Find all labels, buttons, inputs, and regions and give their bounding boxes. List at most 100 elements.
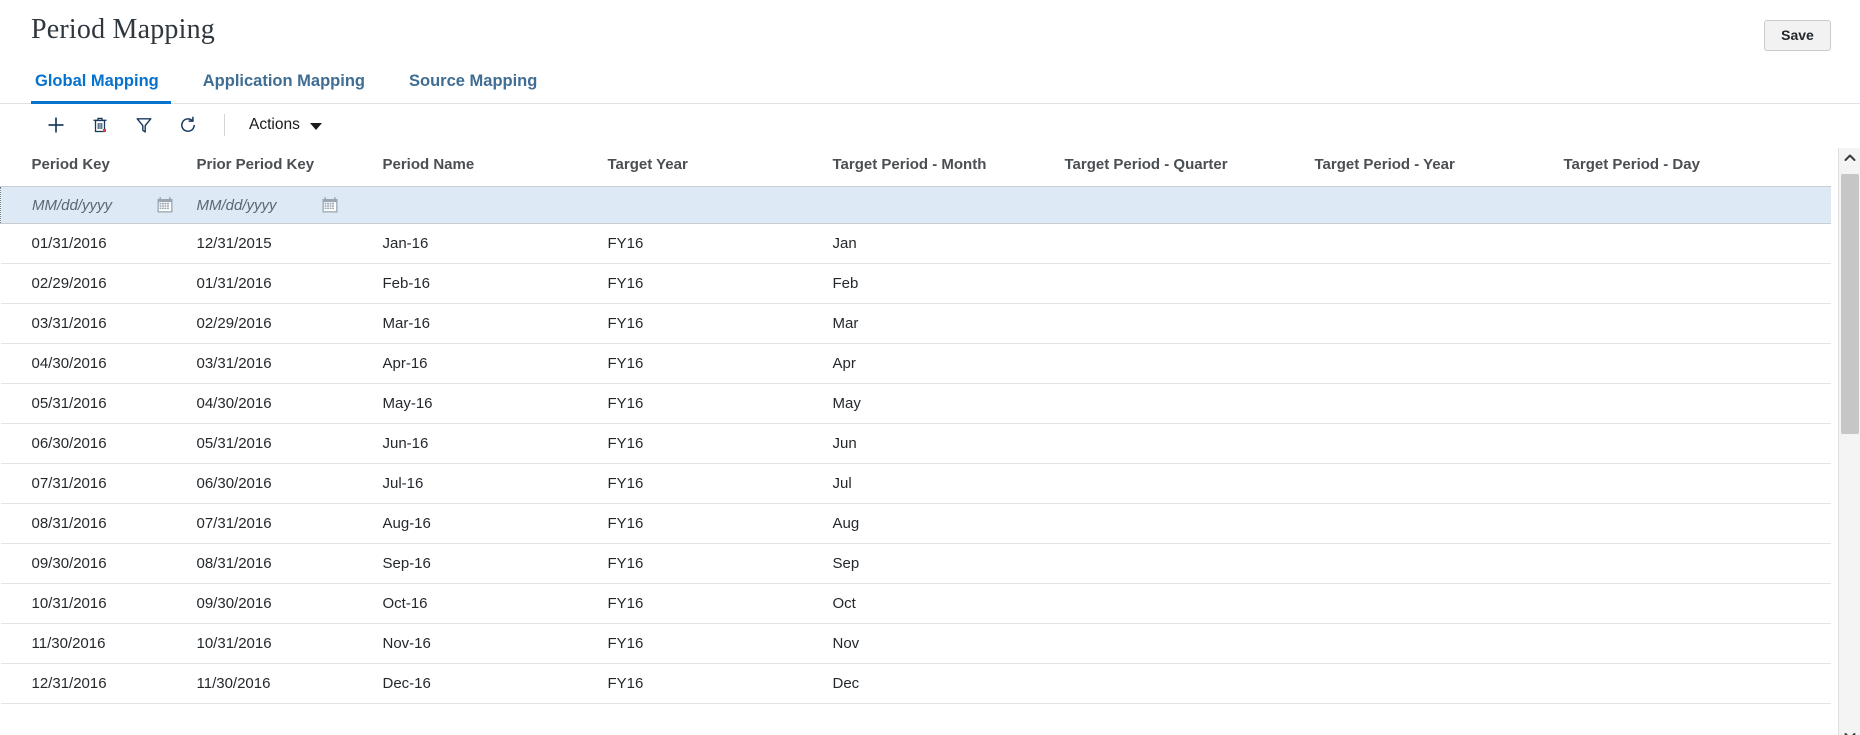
prior-period-key-date-input[interactable] [196,196,315,214]
cell-target-period-day[interactable] [1563,423,1831,464]
refresh-button[interactable] [166,109,210,141]
cell-period-key[interactable]: 06/30/2016 [0,423,197,464]
tab-source-mapping[interactable]: Source Mapping [387,72,559,104]
cell-target-period-month[interactable]: Jun [832,423,1065,464]
cell-period-name[interactable]: Feb-16 [382,263,608,304]
cell-target-period-day[interactable] [1563,383,1831,424]
cell-target-period-year[interactable] [1314,543,1564,584]
cell-target-period-quarter[interactable] [1064,503,1315,544]
filter-cell-period-key[interactable] [0,186,197,224]
cell-target-period-day[interactable] [1563,663,1831,704]
cell-target-period-quarter[interactable] [1064,583,1315,624]
cell-period-key[interactable]: 02/29/2016 [0,263,197,304]
cell-target-year[interactable]: FY16 [607,263,833,304]
cell-target-year[interactable]: FY16 [607,663,833,704]
cell-prior-period-key[interactable]: 06/30/2016 [196,463,383,504]
cell-target-period-quarter[interactable] [1064,463,1315,504]
cell-prior-period-key[interactable]: 01/31/2016 [196,263,383,304]
scrollbar-down-button[interactable] [1839,726,1860,735]
table-row[interactable]: 01/31/2016 12/31/2015 Jan-16 FY16 Jan [0,223,1831,264]
cell-target-period-quarter[interactable] [1064,383,1315,424]
cell-period-key[interactable]: 07/31/2016 [0,463,197,504]
column-header-target-period-quarter[interactable]: Target Period - Quarter [1064,148,1315,187]
table-row[interactable]: 02/29/2016 01/31/2016 Feb-16 FY16 Feb [0,263,1831,304]
column-header-target-period-month[interactable]: Target Period - Month [832,148,1065,187]
table-row[interactable]: 08/31/2016 07/31/2016 Aug-16 FY16 Aug [0,503,1831,544]
cell-target-period-year[interactable] [1314,583,1564,624]
cell-target-year[interactable]: FY16 [607,383,833,424]
cell-target-period-month[interactable]: Feb [832,263,1065,304]
cell-period-key[interactable]: 05/31/2016 [0,383,197,424]
cell-period-name[interactable]: Apr-16 [382,343,608,384]
cell-period-name[interactable]: Mar-16 [382,303,608,344]
period-key-date-input[interactable] [32,196,150,214]
actions-menu-button[interactable]: Actions [243,112,328,138]
cell-prior-period-key[interactable]: 03/31/2016 [196,343,383,384]
table-row[interactable]: 09/30/2016 08/31/2016 Sep-16 FY16 Sep [0,543,1831,584]
calendar-icon[interactable] [156,196,174,214]
cell-prior-period-key[interactable]: 08/31/2016 [196,543,383,584]
table-row[interactable]: 12/31/2016 11/30/2016 Dec-16 FY16 Dec [0,663,1831,704]
filter-cell-prior-period-key[interactable] [196,186,383,224]
cell-target-year[interactable]: FY16 [607,583,833,624]
column-header-period-key[interactable]: Period Key [0,148,197,187]
table-row[interactable]: 07/31/2016 06/30/2016 Jul-16 FY16 Jul [0,463,1831,504]
cell-prior-period-key[interactable]: 12/31/2015 [196,223,383,264]
cell-target-period-year[interactable] [1314,463,1564,504]
delete-row-button[interactable] [78,109,122,141]
cell-prior-period-key[interactable]: 07/31/2016 [196,503,383,544]
filter-button[interactable] [122,109,166,141]
table-row[interactable]: 03/31/2016 02/29/2016 Mar-16 FY16 Mar [0,303,1831,344]
cell-target-year[interactable]: FY16 [607,423,833,464]
cell-target-period-quarter[interactable] [1064,263,1315,304]
cell-target-year[interactable]: FY16 [607,303,833,344]
cell-target-period-quarter[interactable] [1064,663,1315,704]
calendar-icon[interactable] [321,196,339,214]
cell-target-period-month[interactable]: Jan [832,223,1065,264]
cell-period-key[interactable]: 01/31/2016 [0,223,197,264]
cell-target-year[interactable]: FY16 [607,543,833,584]
cell-target-period-day[interactable] [1563,503,1831,544]
cell-target-period-quarter[interactable] [1064,303,1315,344]
cell-target-year[interactable]: FY16 [607,343,833,384]
cell-period-name[interactable]: Jan-16 [382,223,608,264]
cell-period-key[interactable]: 12/31/2016 [0,663,197,704]
cell-target-period-year[interactable] [1314,343,1564,384]
filter-cell-target-period-quarter[interactable] [1064,186,1315,224]
cell-target-period-quarter[interactable] [1064,623,1315,664]
cell-target-period-day[interactable] [1563,263,1831,304]
cell-target-period-quarter[interactable] [1064,543,1315,584]
cell-period-key[interactable]: 10/31/2016 [0,583,197,624]
cell-period-name[interactable]: Nov-16 [382,623,608,664]
cell-target-period-day[interactable] [1563,303,1831,344]
cell-target-period-year[interactable] [1314,423,1564,464]
tab-global-mapping[interactable]: Global Mapping [31,72,181,104]
cell-target-period-year[interactable] [1314,503,1564,544]
filter-cell-period-name[interactable] [382,186,608,224]
table-row[interactable]: 06/30/2016 05/31/2016 Jun-16 FY16 Jun [0,423,1831,464]
cell-target-period-quarter[interactable] [1064,423,1315,464]
cell-period-name[interactable]: Dec-16 [382,663,608,704]
cell-period-key[interactable]: 08/31/2016 [0,503,197,544]
add-row-button[interactable] [34,109,78,141]
cell-target-period-year[interactable] [1314,383,1564,424]
cell-target-period-year[interactable] [1314,223,1564,264]
cell-target-period-month[interactable]: Mar [832,303,1065,344]
cell-target-period-month[interactable]: Oct [832,583,1065,624]
cell-period-name[interactable]: Jul-16 [382,463,608,504]
cell-prior-period-key[interactable]: 09/30/2016 [196,583,383,624]
cell-target-period-month[interactable]: Apr [832,343,1065,384]
cell-target-period-month[interactable]: Nov [832,623,1065,664]
cell-period-name[interactable]: Aug-16 [382,503,608,544]
column-header-target-period-day[interactable]: Target Period - Day [1563,148,1831,187]
cell-target-period-quarter[interactable] [1064,343,1315,384]
cell-target-period-year[interactable] [1314,623,1564,664]
cell-target-period-month[interactable]: Sep [832,543,1065,584]
filter-row[interactable] [0,186,1831,224]
cell-target-period-month[interactable]: Jul [832,463,1065,504]
cell-target-period-year[interactable] [1314,263,1564,304]
cell-target-period-day[interactable] [1563,223,1831,264]
cell-target-year[interactable]: FY16 [607,623,833,664]
vertical-scrollbar[interactable] [1838,148,1860,735]
cell-prior-period-key[interactable]: 10/31/2016 [196,623,383,664]
